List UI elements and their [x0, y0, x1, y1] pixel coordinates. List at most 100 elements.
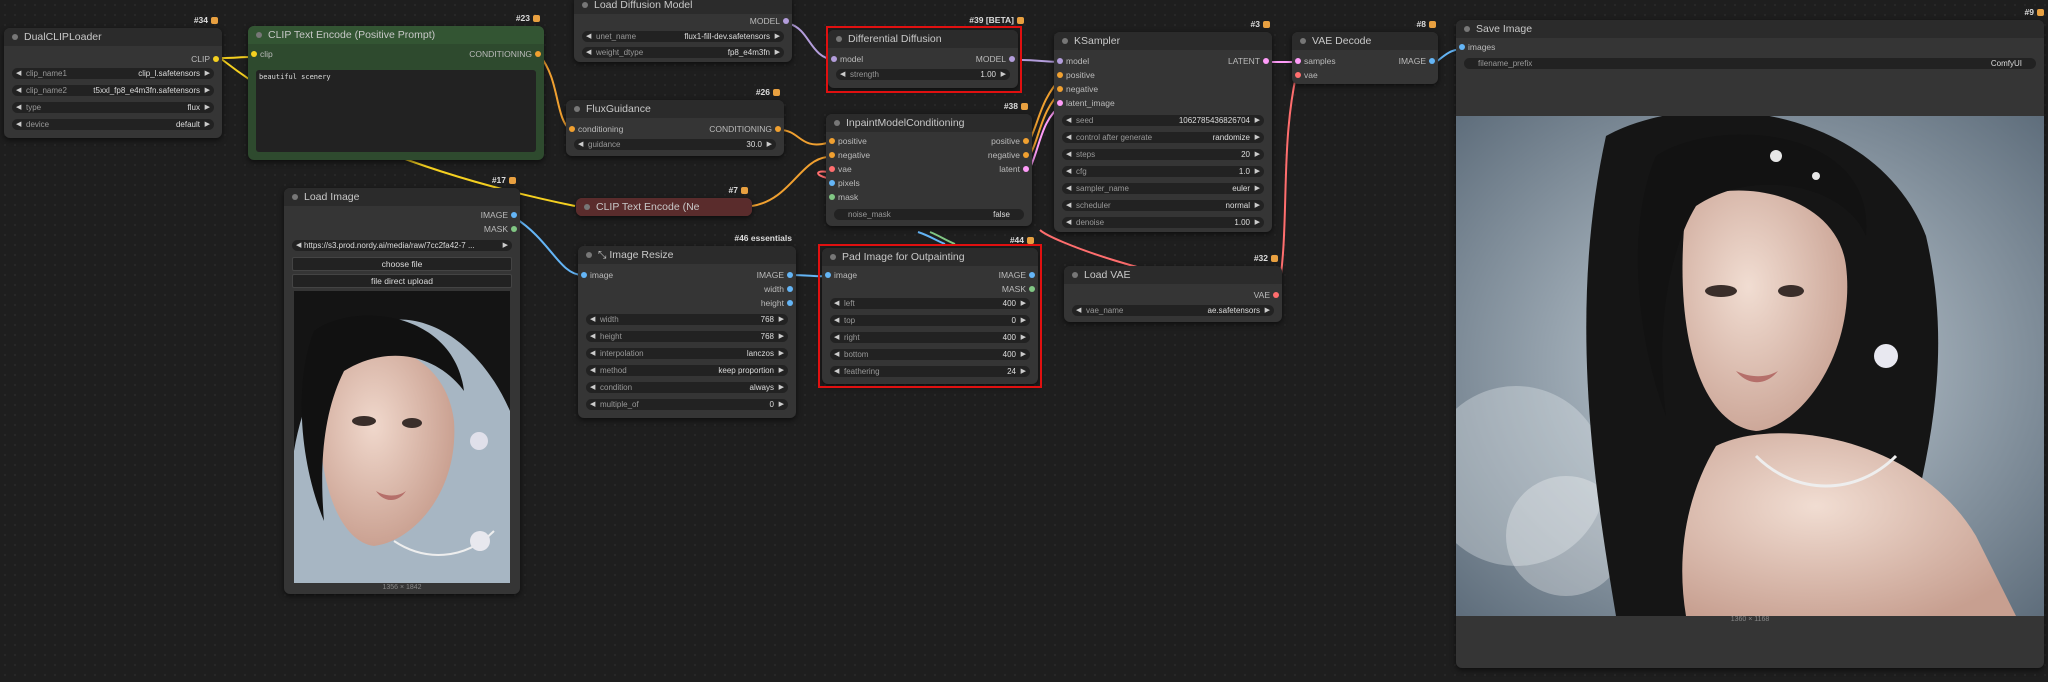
node-pad-image-for-outpainting[interactable]: #44 Pad Image for Outpainting image IMAGE…: [822, 235, 1038, 384]
node-ksampler[interactable]: #3 KSampler model LATENT positive negativ…: [1054, 19, 1272, 232]
node-vae-decode[interactable]: #8 VAE Decode samples IMAGE vae: [1292, 19, 1438, 84]
widget-control-after-generate[interactable]: ◀ control after generate randomize ▶: [1062, 132, 1264, 143]
output-socket[interactable]: [787, 300, 793, 306]
widget-seed[interactable]: ◀ seed 1062785436826704 ▶: [1062, 115, 1264, 126]
node-title[interactable]: Differential Diffusion: [828, 30, 1018, 48]
node-title[interactable]: DualCLIPLoader: [4, 28, 222, 46]
node-load-diffusion-model[interactable]: Load Diffusion Model MODEL ◀ unet_name flu…: [574, 0, 792, 62]
node-title[interactable]: CLIP Text Encode (Positive Prompt): [248, 26, 544, 44]
widget-interpolation[interactable]: ◀ interpolation lanczos ▶: [586, 348, 788, 359]
widget-filename-prefix[interactable]: filename_prefix ComfyUI: [1464, 58, 2036, 69]
output-socket[interactable]: [1429, 58, 1435, 64]
output-socket[interactable]: [511, 226, 517, 232]
node-title[interactable]: VAE Decode: [1292, 32, 1438, 50]
node-title[interactable]: Pad Image for Outpainting: [822, 248, 1038, 266]
input-socket[interactable]: [829, 152, 835, 158]
node-clip-text-encode-positive[interactable]: #23 CLIP Text Encode (Positive Prompt) c…: [248, 13, 544, 160]
output-socket[interactable]: [213, 56, 219, 62]
node-clip-text-encode-negative[interactable]: #7 CLIP Text Encode (Ne: [576, 185, 752, 216]
node-title[interactable]: CLIP Text Encode (Ne: [576, 198, 752, 216]
file-direct-upload-button[interactable]: file direct upload: [292, 274, 512, 288]
node-image-resize[interactable]: #46 essentials ⤡ Image Resize image IMAGE…: [578, 233, 796, 418]
widget-strength[interactable]: ◀ strength 1.00 ▶: [836, 69, 1010, 80]
widget-device[interactable]: ◀ device default ▶: [12, 119, 214, 130]
choose-file-button[interactable]: choose file: [292, 257, 512, 271]
widget-bottom[interactable]: ◀ bottom 400 ▶: [830, 349, 1030, 360]
input-socket[interactable]: [1295, 72, 1301, 78]
output-socket[interactable]: [775, 126, 781, 132]
widget-image-url[interactable]: ◀ https://s3.prod.nordy.ai/media/raw/7cc2…: [292, 240, 512, 251]
input-socket[interactable]: [1057, 100, 1063, 106]
widget-type[interactable]: ◀ type flux ▶: [12, 102, 214, 113]
input-socket[interactable]: [251, 51, 257, 57]
node-title[interactable]: ⤡ Image Resize: [578, 246, 796, 264]
output-socket[interactable]: [783, 18, 789, 24]
widget-right[interactable]: ◀ right 400 ▶: [830, 332, 1030, 343]
output-socket[interactable]: [535, 51, 541, 57]
node-title[interactable]: Load Diffusion Model: [574, 0, 792, 14]
widget-noise-mask[interactable]: noise_mask false: [834, 209, 1024, 220]
node-dualcliploader[interactable]: #34 DualCLIPLoader CLIP ◀ clip_name1 clip_…: [4, 15, 222, 138]
input-socket[interactable]: [829, 180, 835, 186]
input-socket[interactable]: [829, 138, 835, 144]
input-socket[interactable]: [825, 272, 831, 278]
node-inpaint-model-conditioning[interactable]: #38 InpaintModelConditioning positive pos…: [826, 101, 1032, 226]
input-socket[interactable]: [829, 166, 835, 172]
input-socket[interactable]: [1057, 72, 1063, 78]
node-id-badge: #8: [1417, 19, 1436, 29]
widget-method[interactable]: ◀ method keep proportion ▶: [586, 365, 788, 376]
input-image: image: [590, 270, 614, 280]
widget-vae-name[interactable]: ◀ vae_name ae.safetensors ▶: [1072, 305, 1274, 316]
input-socket[interactable]: [1057, 58, 1063, 64]
node-load-vae[interactable]: #32 Load VAE VAE ◀ vae_name ae.safetensors…: [1064, 253, 1282, 322]
widget-condition[interactable]: ◀ condition always ▶: [586, 382, 788, 393]
node-differential-diffusion[interactable]: #39 [BETA] Differential Diffusion model M…: [828, 15, 1024, 88]
node-id-badge: #26: [756, 87, 780, 97]
output-socket[interactable]: [787, 272, 793, 278]
node-fluxguidance[interactable]: #26 FluxGuidance conditioning CONDITIONIN…: [566, 87, 784, 156]
widget-denoise[interactable]: ◀ denoise 1.00 ▶: [1062, 217, 1264, 228]
node-title[interactable]: FluxGuidance: [566, 100, 784, 118]
output-socket[interactable]: [1023, 166, 1029, 172]
widget-clip-name1[interactable]: ◀ clip_name1 clip_l.safetensors ▶: [12, 68, 214, 79]
output-socket[interactable]: [1023, 152, 1029, 158]
output-socket[interactable]: [1023, 138, 1029, 144]
input-socket[interactable]: [1057, 86, 1063, 92]
output-socket[interactable]: [1029, 272, 1035, 278]
widget-multiple-of[interactable]: ◀ multiple_of 0 ▶: [586, 399, 788, 410]
widget-unet-name[interactable]: ◀ unet_name flux1-fill-dev.safetensors ▶: [582, 31, 784, 42]
output-socket[interactable]: [511, 212, 517, 218]
widget-clip-name2[interactable]: ◀ clip_name2 t5xxl_fp8_e4m3fn.safetensors ▶: [12, 85, 214, 96]
widget-cfg[interactable]: ◀ cfg 1.0 ▶: [1062, 166, 1264, 177]
widget-top[interactable]: ◀ top 0 ▶: [830, 315, 1030, 326]
widget-weight-dtype[interactable]: ◀ weight_dtype fp8_e4m3fn ▶: [582, 47, 784, 58]
input-socket[interactable]: [1459, 44, 1465, 50]
node-title[interactable]: Load Image: [284, 188, 520, 206]
node-title[interactable]: Load VAE: [1064, 266, 1282, 284]
input-socket[interactable]: [1295, 58, 1301, 64]
node-load-image[interactable]: #17 Load Image IMAGE MASK ◀ https://s3.pr…: [284, 175, 520, 594]
widget-height[interactable]: ◀ height 768 ▶: [586, 331, 788, 342]
widget-scheduler[interactable]: ◀ scheduler normal ▶: [1062, 200, 1264, 211]
prompt-textarea[interactable]: beautiful scenery: [256, 70, 536, 152]
input-socket[interactable]: [829, 194, 835, 200]
widget-feathering[interactable]: ◀ feathering 24 ▶: [830, 366, 1030, 377]
widget-left[interactable]: ◀ left 400 ▶: [830, 298, 1030, 309]
input-socket[interactable]: [831, 56, 837, 62]
node-save-image[interactable]: #9 Save Image images filename_prefix Comf…: [1456, 7, 2044, 668]
output-socket[interactable]: [1263, 58, 1269, 64]
input-model: model: [840, 54, 864, 64]
output-socket[interactable]: [1029, 286, 1035, 292]
output-socket[interactable]: [787, 286, 793, 292]
widget-width[interactable]: ◀ width 768 ▶: [586, 314, 788, 325]
widget-steps[interactable]: ◀ steps 20 ▶: [1062, 149, 1264, 160]
input-socket[interactable]: [569, 126, 575, 132]
widget-guidance[interactable]: ◀ guidance 30.0 ▶: [574, 139, 776, 150]
output-socket[interactable]: [1273, 292, 1279, 298]
node-title[interactable]: Save Image: [1456, 20, 2044, 38]
input-socket[interactable]: [581, 272, 587, 278]
node-title[interactable]: InpaintModelConditioning: [826, 114, 1032, 132]
output-socket[interactable]: [1009, 56, 1015, 62]
node-title[interactable]: KSampler: [1054, 32, 1272, 50]
widget-sampler-name[interactable]: ◀ sampler_name euler ▶: [1062, 183, 1264, 194]
